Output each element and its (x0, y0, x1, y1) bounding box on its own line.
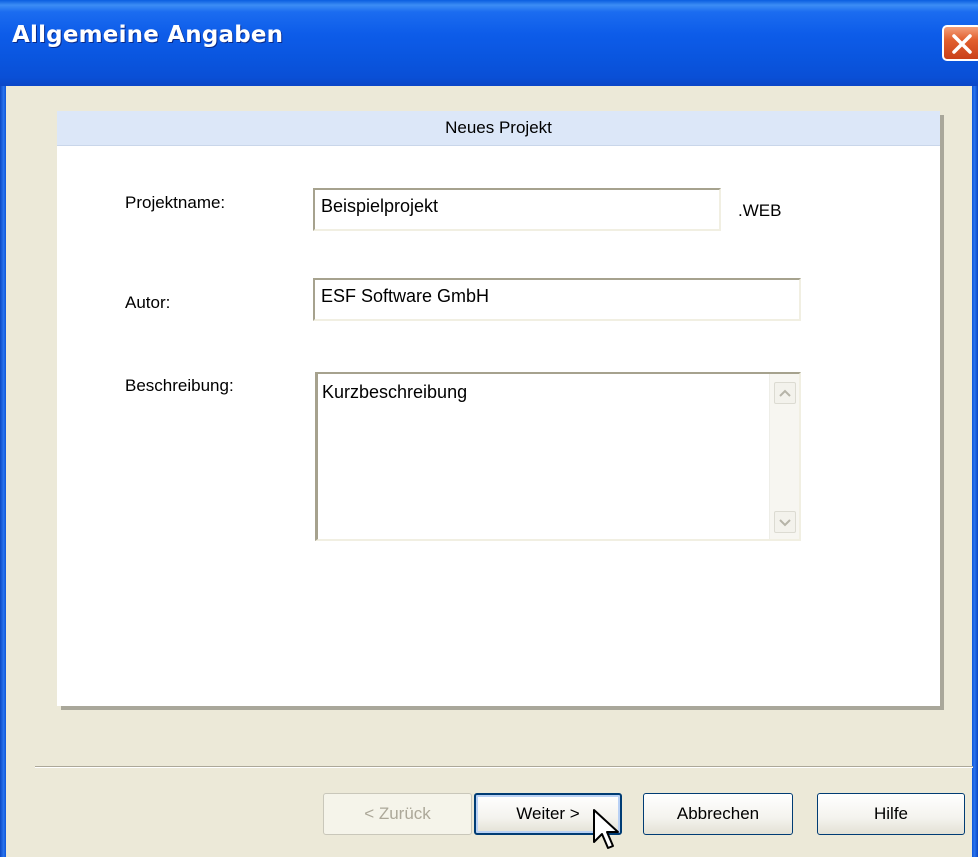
description-label: Beschreibung: (125, 376, 234, 395)
window-frame-right (972, 86, 978, 857)
author-input[interactable]: ESF Software GmbH (313, 278, 801, 321)
project-name-input[interactable]: Beispielprojekt (313, 188, 721, 231)
project-extension-label: .WEB (738, 201, 782, 220)
window-title: Allgemeine Angaben (12, 22, 284, 48)
cancel-button[interactable]: Abbrechen (643, 793, 793, 835)
author-label: Autor: (125, 293, 171, 312)
scroll-down-button[interactable] (774, 511, 796, 533)
project-name-value: Beispielprojekt (321, 196, 439, 216)
back-button[interactable]: < Zurück (323, 793, 472, 835)
help-button[interactable]: Hilfe (817, 793, 965, 835)
window-frame-left (0, 86, 6, 857)
chevron-down-icon (779, 519, 791, 527)
close-button[interactable] (942, 25, 978, 61)
mouse-cursor-icon (593, 809, 619, 849)
description-textarea[interactable]: Kurzbeschreibung (315, 372, 801, 541)
title-bar[interactable]: Allgemeine Angaben (0, 0, 978, 86)
scroll-up-button[interactable] (774, 382, 796, 404)
panel-header: Neues Projekt (57, 111, 940, 146)
close-icon (952, 34, 972, 54)
form-panel: Neues Projekt Projektname: Beispielproje… (57, 111, 940, 706)
description-value: Kurzbeschreibung (322, 382, 468, 402)
button-separator (35, 766, 973, 768)
chevron-up-icon (779, 389, 791, 397)
description-scrollbar[interactable] (769, 374, 799, 539)
wizard-window: Allgemeine Angaben Neues Projekt Projekt… (0, 0, 978, 857)
author-value: ESF Software GmbH (321, 286, 490, 306)
project-name-label: Projektname: (125, 193, 226, 212)
